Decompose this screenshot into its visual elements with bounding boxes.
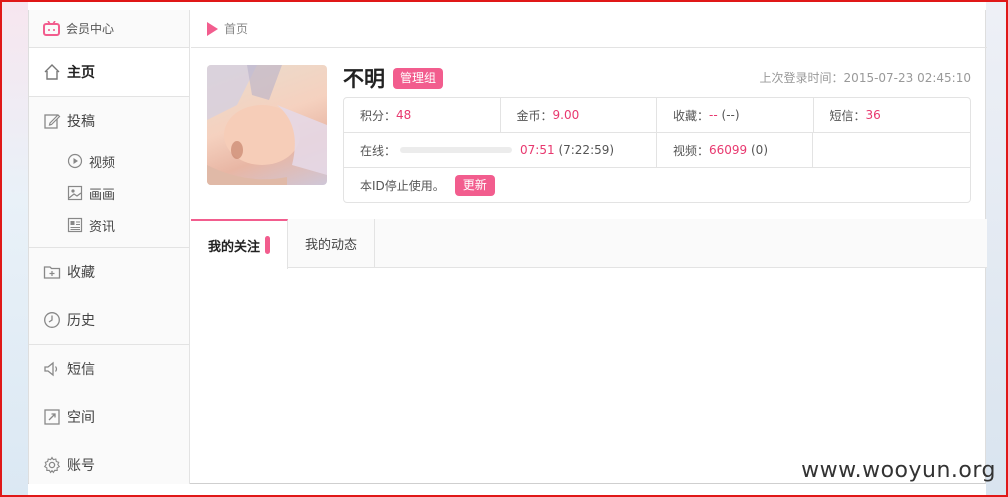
sidebar: 会员中心 主页 投稿 视频 画画 资讯 收藏 历史 短信 空间 账号 — [29, 10, 190, 484]
sidebar-item-account[interactable]: 账号 — [29, 441, 189, 489]
sidebar-item-label: 账号 — [67, 458, 95, 474]
sidebar-item-messages[interactable]: 短信 — [29, 345, 189, 393]
breadcrumb: 首页 — [191, 10, 987, 48]
videos-value: 66099 — [708, 143, 748, 157]
gear-icon — [43, 456, 61, 474]
sidebar-item-space[interactable]: 空间 — [29, 393, 189, 441]
user-name-row: 不明 管理组 — [343, 65, 444, 91]
points-value: 48 — [396, 108, 412, 122]
renew-button[interactable]: 更新 — [454, 175, 495, 196]
external-link-icon — [44, 409, 60, 425]
member-center-panel: 会员中心 主页 投稿 视频 画画 资讯 收藏 历史 短信 空间 账号 首页 不明… — [28, 10, 987, 484]
edit-icon — [44, 114, 61, 129]
tab-following[interactable]: 我的关注 — [191, 219, 289, 269]
active-tab-marker — [265, 236, 271, 254]
favorites-label: 收藏： — [673, 108, 710, 123]
online-cell: 在线： 07:51 (7:22:59) — [344, 133, 657, 167]
coins-cell: 金币： 9.00 — [501, 98, 657, 132]
online-extra: (7:22:59) — [558, 143, 615, 157]
avatar-image — [207, 65, 327, 185]
online-value: 07:51 — [520, 143, 555, 157]
sidebar-item-home[interactable]: 主页 — [29, 48, 189, 96]
videos-label: 视频： — [672, 143, 709, 158]
sidebar-item-history[interactable]: 历史 — [29, 296, 189, 344]
favorites-cell: 收藏： -- (--) — [657, 98, 814, 132]
stats-row: 在线： 07:51 (7:22:59) 视频： 66099 (0) — [344, 133, 970, 168]
news-icon — [67, 217, 83, 233]
home-icon — [44, 64, 60, 80]
videos-extra: (0) — [751, 143, 768, 157]
tab-label: 我的关注 — [208, 239, 261, 255]
sidebar-item-label: 空间 — [67, 410, 95, 426]
stats-row: 积分： 48 金币： 9.00 收藏： -- (--) 短信： 36 — [344, 98, 970, 133]
videos-cell: 视频： 66099 (0) — [657, 133, 814, 167]
speaker-icon — [44, 361, 58, 377]
sidebar-subitem-drawing[interactable]: 画画 — [29, 177, 189, 209]
messages-label: 短信： — [829, 108, 866, 123]
online-progress-bar — [400, 147, 513, 153]
tab-activity[interactable]: 我的动态 — [288, 219, 376, 268]
sidebar-header[interactable]: 会员中心 — [29, 10, 189, 48]
page-background-left — [2, 2, 28, 495]
avatar[interactable] — [207, 65, 327, 185]
notice-cell: 本ID停止使用。 更新 — [344, 168, 970, 203]
watermark: www.wooyun.org — [801, 458, 996, 483]
tv-icon — [43, 21, 60, 36]
sidebar-item-label: 短信 — [67, 362, 95, 378]
clock-icon — [44, 312, 60, 328]
sidebar-subitem-label: 画画 — [89, 187, 116, 203]
sidebar-item-label: 主页 — [67, 65, 95, 81]
online-label: 在线： — [360, 143, 397, 158]
favorites-value: -- — [709, 108, 718, 122]
sidebar-subitem-label: 资讯 — [89, 219, 116, 235]
last-login-time: 上次登录时间：2015-07-23 02:45:10 — [759, 71, 971, 85]
sidebar-header-label: 会员中心 — [66, 22, 115, 36]
messages-value: 36 — [865, 108, 881, 122]
favorites-extra: (--) — [721, 108, 740, 122]
sidebar-item-label: 收藏 — [67, 265, 95, 281]
group-badge: 管理组 — [393, 67, 444, 89]
coins-label: 金币： — [516, 108, 553, 123]
tab-bar: 我的关注 我的动态 — [191, 219, 987, 269]
empty-cell — [813, 133, 970, 167]
sidebar-subitem-video[interactable]: 视频 — [29, 145, 189, 177]
play-circle-icon — [67, 153, 83, 169]
play-icon — [207, 21, 218, 36]
points-cell: 积分： 48 — [344, 98, 501, 132]
points-label: 积分： — [360, 108, 397, 123]
stats-row: 本ID停止使用。 更新 — [344, 168, 970, 203]
coins-value: 9.00 — [552, 108, 580, 122]
stats-table: 积分： 48 金币： 9.00 收藏： -- (--) 短信： 36 在线： 0… — [343, 97, 971, 203]
account-notice: 本ID停止使用。 — [360, 179, 445, 193]
profile-card: 不明 管理组 上次登录时间：2015-07-23 02:45:10 积分： 48… — [207, 65, 971, 205]
sidebar-subitem-label: 视频 — [89, 155, 116, 171]
sidebar-item-favorites[interactable]: 收藏 — [29, 248, 189, 296]
sidebar-item-label: 投稿 — [67, 114, 95, 130]
sidebar-item-upload[interactable]: 投稿 — [29, 97, 189, 145]
page-background-right — [986, 2, 1006, 495]
user-name: 不明 — [343, 67, 385, 91]
main-content: 首页 不明 管理组 上次登录时间：2015-07-23 02:45:10 积分：… — [191, 10, 987, 484]
sidebar-item-label: 历史 — [67, 313, 95, 329]
image-icon — [67, 185, 83, 201]
tab-label: 我的动态 — [305, 238, 358, 253]
sidebar-subitem-news[interactable]: 资讯 — [29, 209, 189, 241]
folder-plus-icon — [43, 266, 61, 279]
messages-cell: 短信： 36 — [814, 98, 971, 132]
breadcrumb-home[interactable]: 首页 — [224, 20, 248, 37]
